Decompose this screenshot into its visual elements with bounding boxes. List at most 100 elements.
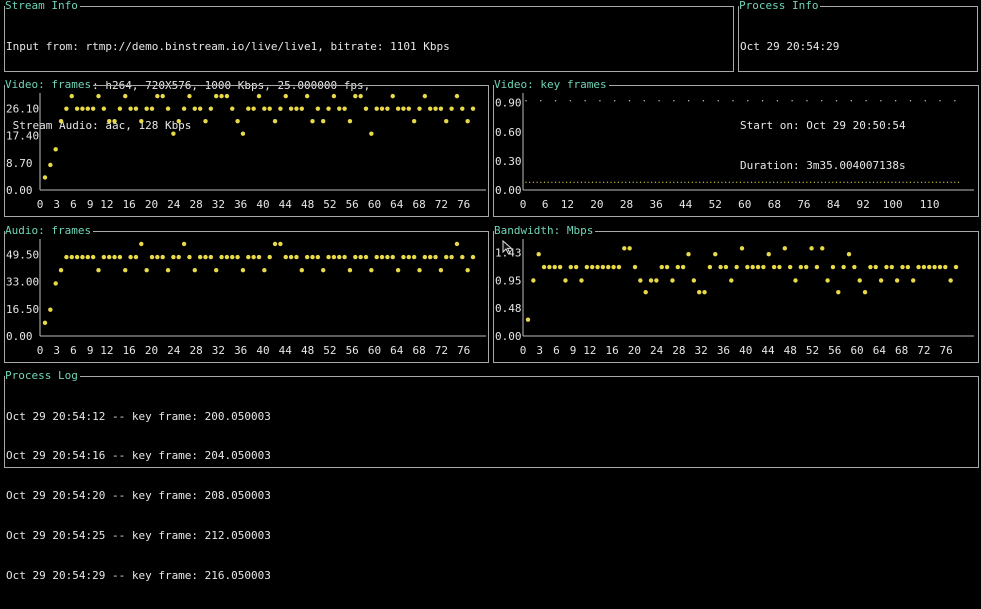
- data-point: [144, 106, 149, 111]
- x-tick-label: 3: [53, 198, 60, 211]
- frame-point: [750, 181, 753, 183]
- frame-point: [617, 181, 620, 183]
- frame-point: [806, 181, 808, 183]
- key-frame-point: [821, 100, 823, 102]
- frame-point: [950, 181, 952, 183]
- y-tick-label: 8.70: [6, 157, 33, 170]
- data-point: [251, 254, 256, 260]
- x-tick-label: 32: [695, 344, 708, 357]
- data-point: [900, 264, 905, 270]
- data-point: [702, 289, 707, 295]
- frame-point: [810, 181, 812, 183]
- key-frame-point: [628, 100, 631, 102]
- data-point: [90, 254, 96, 260]
- data-point: [117, 106, 123, 111]
- frame-point: [573, 181, 575, 183]
- x-tick-label: 60: [368, 198, 381, 211]
- frame-point: [595, 181, 597, 183]
- y-tick-label: 26.10: [6, 102, 39, 115]
- data-point: [411, 254, 417, 260]
- x-tick-label: 6: [70, 344, 77, 357]
- frame-point: [784, 181, 786, 183]
- mouse-pointer-icon: [502, 239, 513, 255]
- x-tick-label: 20: [145, 344, 158, 357]
- data-point: [133, 254, 139, 260]
- data-point: [654, 278, 659, 283]
- x-tick-label: 52: [323, 198, 336, 211]
- stream-info-line: Input from: rtmp://demo.binstream.io/liv…: [6, 39, 450, 53]
- data-point: [723, 264, 729, 270]
- x-tick-label: 72: [435, 198, 448, 211]
- data-point: [428, 106, 433, 111]
- data-point: [80, 106, 85, 111]
- data-point: [600, 264, 606, 270]
- data-point: [299, 268, 304, 273]
- frame-point: [932, 181, 934, 183]
- process-log-text: Oct 29 20:54:12 -- key frame: 200.050003…: [6, 383, 271, 609]
- data-point: [299, 106, 304, 111]
- x-tick-label: 44: [279, 198, 293, 211]
- key-frame-point: [702, 100, 705, 102]
- frame-point: [924, 181, 926, 183]
- frame-point: [902, 181, 904, 183]
- data-point: [176, 254, 181, 260]
- frame-point: [813, 181, 815, 183]
- data-point: [69, 254, 74, 260]
- data-point: [262, 106, 267, 111]
- key-frame-point: [791, 100, 793, 102]
- data-point: [165, 106, 171, 111]
- frame-point: [847, 181, 849, 183]
- y-tick-label: 49.50: [6, 249, 39, 262]
- log-line: Oct 29 20:54:16 -- key frame: 204.050003: [6, 449, 271, 463]
- frame-point: [651, 181, 653, 183]
- data-point: [235, 254, 240, 260]
- x-tick-label: 100: [883, 198, 903, 211]
- x-tick-label: 12: [100, 344, 113, 357]
- x-tick-label: 60: [368, 344, 381, 357]
- data-point: [64, 106, 69, 111]
- key-frame-point: [761, 100, 764, 102]
- data-point: [584, 264, 590, 270]
- frame-point: [839, 181, 841, 183]
- data-point: [557, 264, 563, 270]
- data-point: [101, 106, 107, 111]
- data-point: [208, 254, 214, 260]
- data-point: [69, 93, 74, 99]
- frame-point: [713, 181, 716, 183]
- data-point: [64, 254, 69, 260]
- data-point: [444, 254, 449, 260]
- key-frame-point: [776, 100, 779, 102]
- data-point: [406, 254, 411, 260]
- frame-point: [835, 181, 838, 183]
- data-point: [197, 254, 203, 260]
- data-point: [48, 162, 53, 168]
- data-point: [181, 106, 187, 111]
- frame-point: [643, 181, 645, 183]
- x-tick-label: 28: [672, 344, 685, 357]
- frame-point: [895, 181, 897, 183]
- data-point: [337, 106, 342, 111]
- frame-point: [610, 181, 612, 183]
- bandwidth-panel: Bandwidth: Mbps 1.430.950.480.0003691216…: [493, 224, 979, 363]
- frame-point: [669, 181, 671, 183]
- frame-point: [676, 181, 679, 183]
- data-point: [552, 264, 557, 270]
- frame-point: [614, 181, 616, 183]
- frame-point: [865, 181, 867, 183]
- frame-point: [858, 181, 860, 183]
- data-point: [219, 254, 224, 260]
- data-point: [390, 254, 395, 260]
- y-tick-label: 0.60: [495, 126, 522, 139]
- data-point: [857, 278, 862, 283]
- y-tick-label: 0.00: [6, 330, 33, 343]
- frame-point: [913, 181, 915, 183]
- x-tick-label: 12: [100, 198, 113, 211]
- data-point: [112, 254, 117, 260]
- frame-point: [798, 181, 801, 183]
- data-point: [841, 264, 846, 270]
- data-point: [531, 278, 536, 283]
- y-tick-label: 0.00: [495, 330, 522, 343]
- key-frame-point: [643, 100, 645, 102]
- key-frame-point: [540, 100, 542, 102]
- data-point: [379, 254, 385, 260]
